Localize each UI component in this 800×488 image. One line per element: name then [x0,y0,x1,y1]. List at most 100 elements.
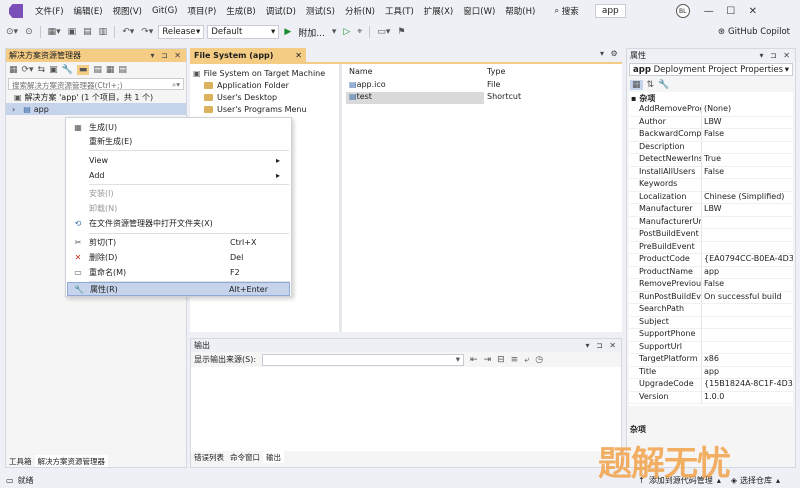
property-row[interactable]: Description [629,141,793,154]
property-row[interactable]: SearchPath [629,304,793,317]
property-value[interactable] [701,216,793,228]
solution-root-node[interactable]: ▣ 解决方案 'app' (1 个项目，共 1 个) [6,91,186,103]
property-value[interactable]: LBW [701,204,793,216]
column-name[interactable]: Name [346,67,487,80]
property-category[interactable]: ▪ 杂项 [629,92,793,104]
property-row[interactable]: Title app [629,366,793,379]
menu-item-build[interactable]: ▦ 生成(U) [67,120,290,134]
property-row[interactable]: TargetPlatform x86 [629,354,793,367]
project-node[interactable]: › ▤ app [6,103,186,115]
property-row[interactable]: BackwardCompatFalse [629,129,793,142]
file-row[interactable]: ▤test Shortcut [346,92,622,104]
new-folder-icon[interactable]: ▤ [93,65,102,75]
property-value[interactable] [701,141,793,153]
property-value[interactable]: False [701,166,793,178]
forward-icon[interactable]: ⊙ [23,27,35,37]
home-icon[interactable]: ▦ [9,65,18,75]
folder-desktop[interactable]: User's Desktop [190,91,339,103]
property-row[interactable]: PreBuildEvent [629,241,793,254]
property-value[interactable]: False [701,129,793,141]
menu-build[interactable]: 生成(B) [221,5,260,17]
bookmark-icon[interactable]: ⚑ [395,27,407,37]
avatar[interactable]: BL [675,4,690,18]
layout-icon[interactable]: ▭▾ [375,27,392,37]
solution-search-input[interactable]: 搜索解决方案资源管理器(Ctrl+;) ⌕▾ [8,78,184,90]
save-all-icon[interactable]: ▥ [97,27,110,37]
file-row[interactable]: ▤app.ico File [346,80,622,92]
menu-item-rebuild[interactable]: 重新生成(E) [67,134,290,148]
property-value[interactable]: True [701,154,793,166]
close-icon[interactable]: ✕ [295,51,302,60]
redo-icon[interactable]: ↷▾ [139,27,155,37]
property-row[interactable]: UpgradeCode {15B1824A-8C1F-4D32 [629,379,793,392]
property-value[interactable] [701,329,793,341]
switch-views-icon[interactable]: ⇆ [38,65,46,75]
properties-object-select[interactable]: app Deployment Project Properties ▾ [629,63,793,76]
property-row[interactable]: PostBuildEvent [629,229,793,242]
copilot-button[interactable]: ⊛ GitHub Copilot [718,27,790,37]
new-project-icon[interactable]: ▦▾ [46,27,63,37]
property-value[interactable]: Chinese (Simplified) [701,191,793,203]
menu-item-rename[interactable]: ▭ 重命名(M) F2 [67,265,290,279]
menu-analyze[interactable]: 分析(N) [340,5,380,17]
tab-solution-explorer[interactable]: 解决方案资源管理器 [34,455,108,467]
chevron-down-icon[interactable]: ▾ [330,27,339,37]
column-type[interactable]: Type [487,67,505,80]
tab-command-window[interactable]: 命令窗口 [227,451,263,463]
tab-error-list[interactable]: 错误列表 [191,451,227,463]
property-value[interactable] [701,316,793,328]
document-controls[interactable]: ▾ ⚙ [600,49,620,58]
find-icon[interactable]: ⊟ [497,355,505,365]
search-box[interactable]: ⌕ 搜索 [548,5,584,17]
clock-icon[interactable]: ◷ [535,355,543,365]
property-value[interactable] [701,304,793,316]
menu-extensions[interactable]: 扩展(X) [419,5,458,17]
tab-output[interactable]: 输出 [263,451,284,463]
start-without-debug-icon[interactable]: ▷ [341,27,352,37]
property-row[interactable]: Author LBW [629,116,793,129]
minimize-icon[interactable]: — [698,6,720,17]
save-icon[interactable]: ▤ [81,27,94,37]
property-value[interactable]: On successful build [701,291,793,303]
menu-item-cut[interactable]: ✂ 剪切(T) Ctrl+X [67,235,290,249]
next-message-icon[interactable]: ⇥ [484,355,492,365]
menu-project[interactable]: 项目(P) [183,5,222,17]
menu-item-add[interactable]: Add ▸ [67,168,290,182]
preview-icon[interactable]: ▬ [76,64,90,75]
property-row[interactable]: SupportUrl [629,341,793,354]
panel-controls[interactable]: ▾ ⊐ ✕ [150,51,183,60]
panel-controls[interactable]: ▾ ⊐ ✕ [759,51,792,60]
property-row[interactable]: ProductName app [629,266,793,279]
pin-icon[interactable]: ⌖ [355,27,364,37]
panel-controls[interactable]: ▾ ⊐ ✕ [585,341,618,350]
attach-button[interactable]: 附加... [296,26,327,39]
property-value[interactable]: (None) [701,104,793,116]
maximize-icon[interactable]: ☐ [720,6,742,17]
word-wrap-icon[interactable]: ⤶ [524,355,529,365]
expand-arrow-icon[interactable]: › [12,105,15,114]
property-row[interactable]: RunPostBuildEverOn successful build [629,291,793,304]
close-icon[interactable]: ✕ [742,6,764,17]
platform-select[interactable]: Default ▾ [207,25,280,39]
undo-icon[interactable]: ↶▾ [120,27,136,37]
menu-help[interactable]: 帮助(H) [500,5,540,17]
menu-item-view[interactable]: View ▸ [67,153,290,167]
property-value[interactable]: app [701,266,793,278]
output-text-area[interactable] [191,367,621,451]
menu-item-delete[interactable]: ✕ 删除(D) Del [67,250,290,264]
menu-view[interactable]: 视图(V) [108,5,147,17]
property-row[interactable]: Localization Chinese (Simplified) [629,191,793,204]
tab-toolbox[interactable]: 工具箱 [6,455,35,467]
property-row[interactable]: SupportPhone [629,329,793,342]
clear-all-icon[interactable]: ≡ [511,355,519,365]
property-value[interactable] [701,229,793,241]
property-row[interactable]: Version 1.0.0 [629,391,793,404]
property-value[interactable]: {EA0794CC-B0EA-4D3 [701,254,793,266]
prev-message-icon[interactable]: ⇤ [470,355,478,365]
tab-file-system[interactable]: File System (app) ✕ [190,48,306,62]
tree-root[interactable]: ▣ File System on Target Machine [190,67,339,79]
view-code-icon[interactable]: ▤ [118,65,127,75]
menu-debug[interactable]: 调试(D) [261,5,301,17]
collapse-icon[interactable]: ▣ [49,65,58,75]
menu-test[interactable]: 测试(S) [301,5,340,17]
